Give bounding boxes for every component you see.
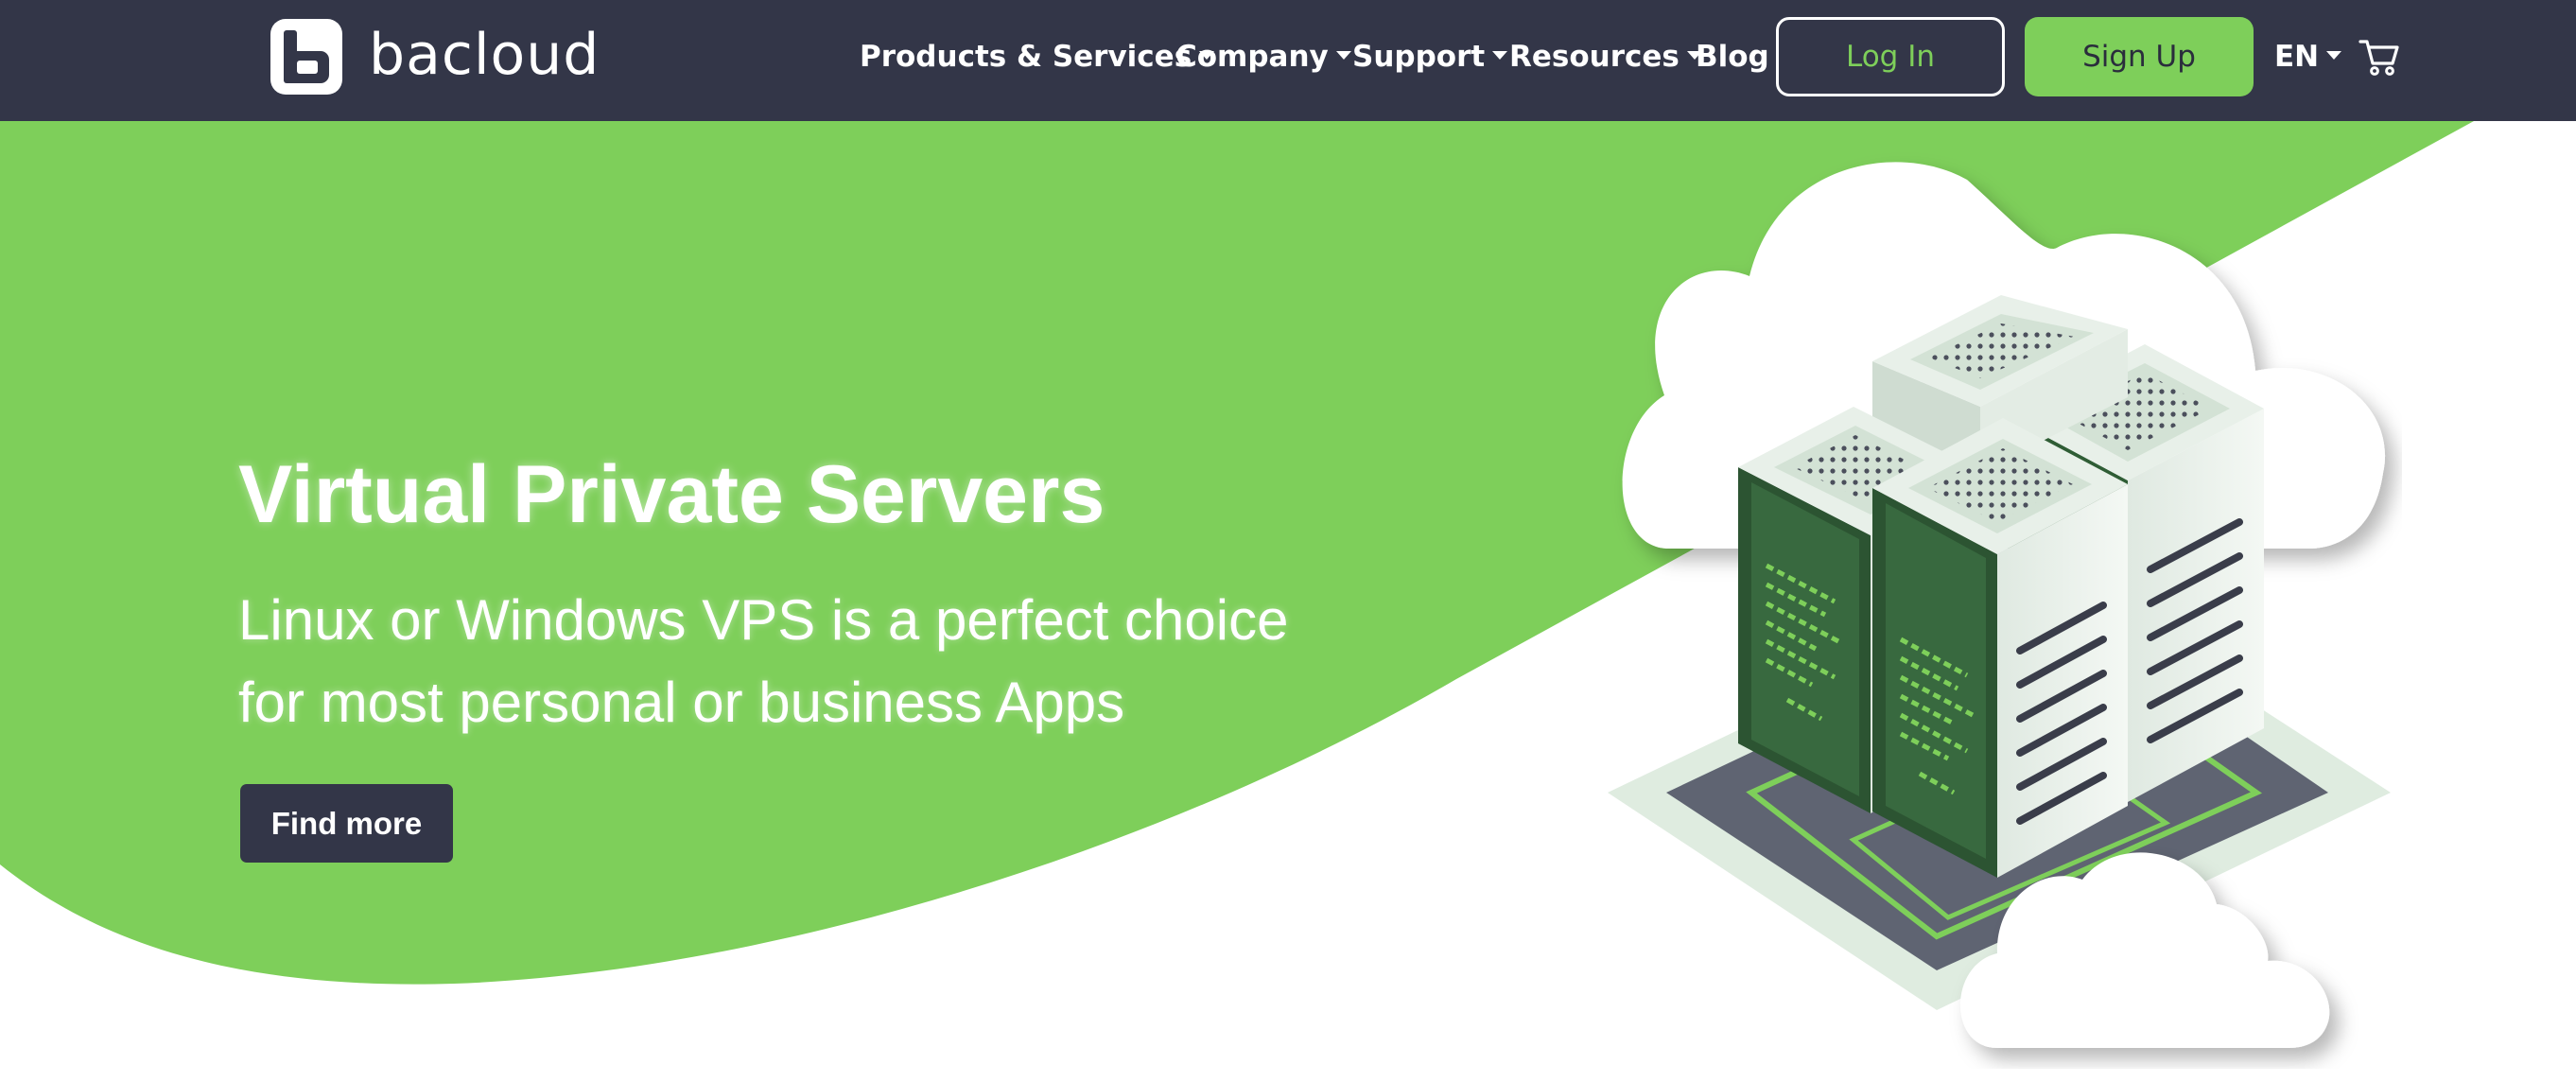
chevron-down-icon — [2326, 50, 2342, 60]
nav-company[interactable]: Company — [1175, 17, 1351, 96]
nav-support-label: Support — [1352, 40, 1486, 74]
nav-products-services[interactable]: Products & Services — [860, 17, 1215, 96]
brand-logo[interactable]: bacloud — [270, 19, 600, 95]
nav-blog-label: Blog — [1696, 40, 1769, 74]
hero-subtitle: Linux or Windows VPS is a perfect choice… — [238, 579, 1373, 743]
hero-title: Virtual Private Servers — [238, 449, 1105, 540]
nav-products-services-label: Products & Services — [860, 40, 1192, 74]
hero-subtitle-line-2: for most personal or business Apps — [238, 671, 1125, 734]
nav-support[interactable]: Support — [1352, 17, 1508, 96]
language-selector[interactable]: EN — [2274, 17, 2342, 96]
brand-name: bacloud — [369, 22, 600, 88]
logo-icon — [270, 19, 342, 95]
server-rack-cloud-icon — [1608, 162, 2391, 1048]
chevron-down-icon — [1492, 50, 1508, 60]
site-header: bacloud Products & Services Company Supp… — [0, 0, 2576, 121]
nav-company-label: Company — [1175, 40, 1329, 74]
chevron-down-icon — [1335, 50, 1351, 60]
signup-button[interactable]: Sign Up — [2025, 17, 2254, 96]
nav-resources-label: Resources — [1509, 40, 1680, 74]
find-more-button[interactable]: Find more — [240, 784, 453, 863]
hero-subtitle-line-1: Linux or Windows VPS is a perfect choice — [238, 588, 1289, 652]
nav-resources[interactable]: Resources — [1509, 17, 1702, 96]
cart-icon[interactable] — [2358, 36, 2400, 78]
nav-blog[interactable]: Blog — [1696, 17, 1769, 96]
language-label: EN — [2274, 40, 2320, 74]
login-button[interactable]: Log In — [1776, 17, 2005, 96]
